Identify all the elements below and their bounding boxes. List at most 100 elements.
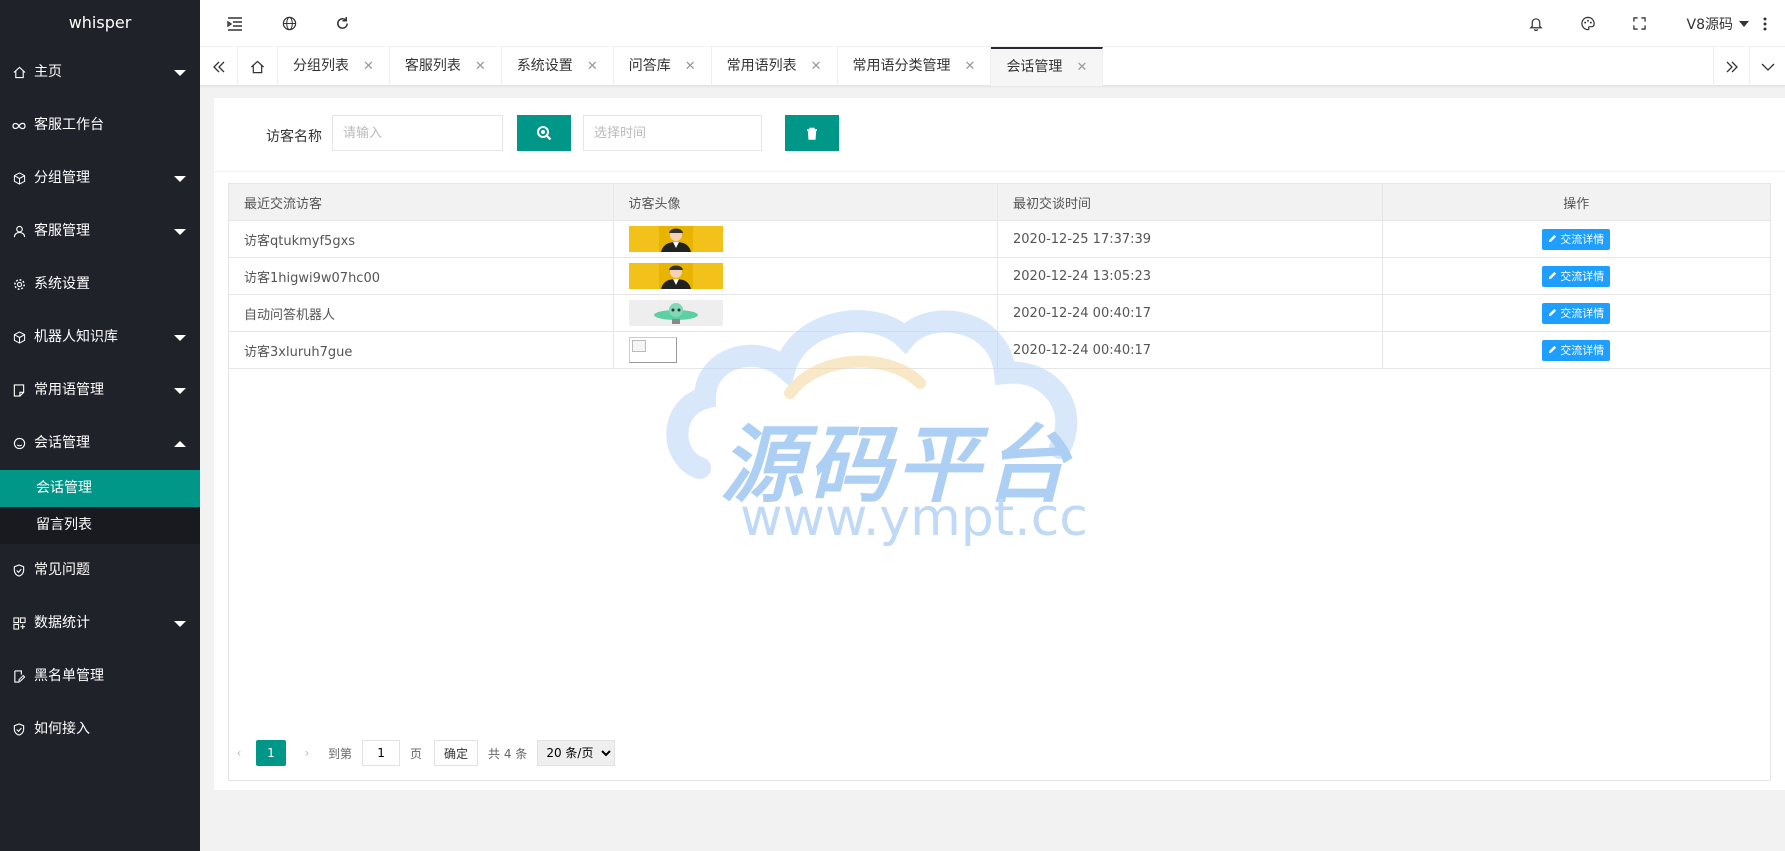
tabs-menu-chevron-icon[interactable]	[1749, 47, 1785, 86]
tab-label: 会话管理	[1006, 59, 1063, 75]
chat-detail-button[interactable]: 交流详情	[1542, 339, 1611, 361]
col-header-action: 操作	[1563, 196, 1590, 212]
home-icon	[12, 66, 26, 80]
tab-4[interactable]: 常用语列表 ✕	[712, 47, 838, 86]
tab-1[interactable]: 客服列表 ✕	[390, 47, 502, 86]
chat-detail-label: 交流详情	[1560, 233, 1605, 246]
close-icon[interactable]: ✕	[587, 47, 598, 86]
sidebar-item-0[interactable]: 主页	[0, 46, 200, 99]
sidebar-item-4[interactable]: 系统设置	[0, 258, 200, 311]
close-icon[interactable]: ✕	[363, 47, 374, 86]
chevron-down-icon	[174, 69, 186, 76]
sidebar-item-label: 机器人知识库	[34, 329, 118, 345]
menu-collapse-icon[interactable]	[215, 0, 255, 47]
top-header: V8源码	[200, 0, 1785, 47]
table-row: 访客3xluruh7gue 2020-12-24 00:40:17 交流详情	[229, 332, 1770, 369]
sidebar-item-label: 黑名单管理	[34, 668, 104, 684]
time-cell: 2020-12-25 17:37:39	[998, 221, 1383, 257]
close-icon[interactable]: ✕	[965, 47, 976, 86]
next-page-icon[interactable]: ›	[296, 746, 318, 760]
pencil-icon	[1548, 307, 1557, 320]
sidebar-item-label: 客服管理	[34, 223, 90, 239]
close-icon[interactable]: ✕	[685, 47, 696, 86]
chat-detail-label: 交流详情	[1560, 344, 1605, 357]
theme-palette-icon[interactable]	[1568, 0, 1608, 47]
chevron-down-icon	[1739, 20, 1749, 27]
chevron-down-icon	[174, 175, 186, 182]
user-icon	[12, 225, 26, 239]
time-picker-input[interactable]	[583, 115, 762, 151]
tab-3[interactable]: 问答库 ✕	[614, 47, 712, 86]
visitor-name-cell: 访客3xluruh7gue	[229, 332, 614, 368]
avatar	[628, 263, 723, 289]
gear-icon	[12, 278, 26, 292]
cube-icon	[12, 172, 26, 186]
close-icon[interactable]: ✕	[475, 47, 486, 86]
table-row: 访客qtukmyf5gxs 2020-12-25 17:37:39 交流详情	[229, 221, 1770, 258]
page-unit-label: 页	[410, 746, 423, 761]
close-icon[interactable]: ✕	[811, 47, 822, 86]
visitor-name-cell: 访客1higwi9w07hc00	[229, 258, 614, 294]
chat-detail-button[interactable]: 交流详情	[1542, 228, 1611, 250]
sidebar-item-3[interactable]: 客服管理	[0, 205, 200, 258]
tab-2[interactable]: 系统设置 ✕	[502, 47, 614, 86]
tabs-scroll-left-icon[interactable]	[200, 47, 238, 86]
infinity-icon	[12, 119, 26, 133]
sidebar-item-7[interactable]: 会话管理	[0, 417, 200, 470]
sidebar-item-5[interactable]: 机器人知识库	[0, 311, 200, 364]
sidebar-item-1[interactable]: 客服工作台	[0, 99, 200, 152]
sidebar-item-11[interactable]: 如何接入	[0, 703, 200, 756]
user-name: V8源码	[1686, 16, 1733, 33]
content-card: 访客名称 最近交流访客 访客头像 最初交谈时间 操作 访客qtukmyf5gxs…	[214, 98, 1785, 790]
sidebar: whisper 主页 客服工作台 分组管理 客服管理 系统设置 机器人知识库 常用语管理 会话…	[0, 0, 200, 851]
visitor-name-input[interactable]	[332, 115, 503, 151]
grid-icon	[12, 617, 26, 631]
delete-button[interactable]	[785, 115, 839, 151]
chevron-up-icon	[174, 440, 186, 447]
fullscreen-icon[interactable]	[1619, 0, 1659, 47]
avatar-cell	[614, 332, 998, 368]
sidebar-subitem-1[interactable]: 留言列表	[0, 507, 200, 544]
pencil-icon	[1548, 344, 1557, 357]
tabs-scroll-right-icon[interactable]	[1713, 47, 1749, 86]
chevron-down-icon	[174, 620, 186, 627]
sidebar-item-2[interactable]: 分组管理	[0, 152, 200, 205]
chat-detail-label: 交流详情	[1560, 270, 1605, 283]
goto-page-input[interactable]	[362, 740, 401, 766]
tab-6[interactable]: 会话管理 ✕	[991, 47, 1104, 87]
tab-5[interactable]: 常用语分类管理 ✕	[838, 47, 992, 86]
close-icon[interactable]: ✕	[1076, 48, 1087, 87]
sidebar-subnav: 会话管理 留言列表	[0, 470, 200, 544]
website-globe-icon[interactable]	[269, 0, 309, 47]
sidebar-item-6[interactable]: 常用语管理	[0, 364, 200, 417]
chat-detail-button[interactable]: 交流详情	[1542, 265, 1611, 287]
tab-label: 常用语列表	[726, 58, 797, 74]
prev-page-icon[interactable]: ‹	[228, 746, 250, 760]
sidebar-item-label: 分组管理	[34, 170, 90, 186]
chat-detail-button[interactable]: 交流详情	[1542, 302, 1611, 324]
sidebar-item-9[interactable]: 数据统计	[0, 597, 200, 650]
table-row: 自动问答机器人 2020-12-24 00:40:17 交流详情	[229, 295, 1770, 332]
goto-confirm-button[interactable]: 确定	[434, 740, 479, 766]
tab-label: 问答库	[628, 58, 671, 74]
home-tab-icon[interactable]	[238, 47, 278, 86]
action-cell: 交流详情	[1383, 332, 1771, 368]
sidebar-item-8[interactable]: 常见问题	[0, 544, 200, 597]
time-cell: 2020-12-24 00:40:17	[998, 332, 1383, 368]
tab-0[interactable]: 分组列表 ✕	[278, 47, 390, 86]
user-menu[interactable]: V8源码	[1687, 0, 1749, 47]
pencil-icon	[1548, 270, 1557, 283]
app-logo: whisper	[0, 0, 200, 46]
more-vertical-icon[interactable]	[1750, 0, 1780, 47]
bell-icon[interactable]	[1516, 0, 1556, 47]
total-count: 共 4 条	[488, 746, 528, 761]
sidebar-item-10[interactable]: 黑名单管理	[0, 650, 200, 703]
col-header-time: 最初交谈时间	[998, 184, 1383, 220]
tab-label: 客服列表	[404, 58, 461, 74]
sidebar-subitem-0[interactable]: 会话管理	[0, 470, 200, 507]
page-size-select[interactable]: 20 条/页	[537, 740, 616, 766]
search-button[interactable]	[517, 115, 571, 151]
chat-detail-label: 交流详情	[1560, 307, 1605, 320]
refresh-icon[interactable]	[322, 0, 362, 47]
current-page[interactable]: 1	[256, 740, 286, 766]
